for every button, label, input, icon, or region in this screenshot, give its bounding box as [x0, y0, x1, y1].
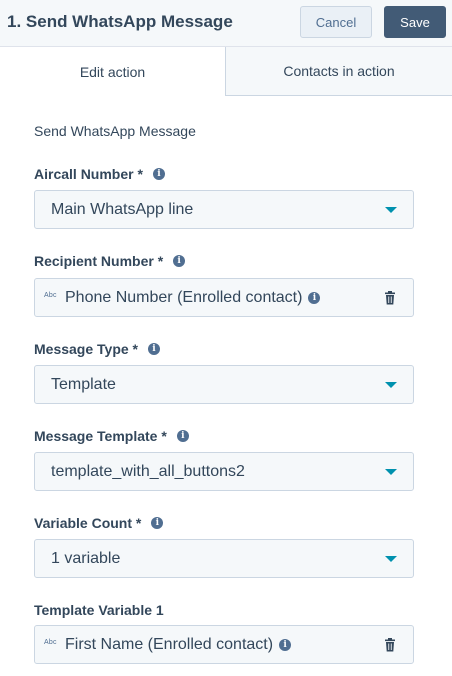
panel-title: 1. Send WhatsApp Message: [7, 12, 233, 31]
info-icon[interactable]: i: [173, 255, 186, 267]
panel-header: 1. Send WhatsApp Message Cancel Save: [0, 0, 452, 47]
aircall-number-select[interactable]: Main WhatsApp line: [34, 190, 414, 229]
trash-icon[interactable]: [384, 291, 396, 305]
info-icon[interactable]: i: [151, 517, 164, 529]
variable-count-label: Variable Count * i: [34, 515, 164, 531]
recipient-number-label-text: Recipient Number *: [34, 253, 164, 269]
caret-down-icon: [385, 469, 397, 475]
tab-bar: Edit action Contacts in action: [0, 47, 452, 96]
message-type-label: Message Type * i: [34, 341, 161, 357]
aircall-number-label-text: Aircall Number *: [34, 166, 143, 182]
text-type-icon: Abc: [44, 639, 57, 646]
message-type-select[interactable]: Template: [34, 365, 414, 404]
template-variable-1-label: Template Variable 1: [34, 602, 164, 618]
info-icon[interactable]: i: [152, 168, 165, 180]
message-template-select[interactable]: template_with_all_buttons2: [34, 452, 414, 491]
variable-count-value: 1 variable: [51, 550, 121, 567]
message-template-label-text: Message Template *: [34, 428, 167, 444]
message-template-value: template_with_all_buttons2: [51, 463, 245, 480]
message-type-label-text: Message Type *: [34, 341, 139, 357]
text-type-icon: Abc: [44, 292, 57, 299]
caret-down-icon: [385, 207, 397, 213]
cancel-button[interactable]: Cancel: [300, 6, 372, 38]
aircall-number-label: Aircall Number * i: [34, 166, 165, 182]
caret-down-icon: [385, 382, 397, 388]
variable-count-label-text: Variable Count *: [34, 515, 142, 531]
message-type-value: Template: [51, 376, 116, 393]
save-button[interactable]: Save: [384, 6, 446, 38]
info-icon[interactable]: i: [148, 343, 161, 355]
info-icon[interactable]: i: [176, 430, 189, 442]
trash-icon[interactable]: [384, 638, 396, 652]
info-icon[interactable]: i: [279, 639, 292, 651]
tab-edit-action[interactable]: Edit action: [0, 47, 225, 96]
recipient-number-label: Recipient Number * i: [34, 253, 186, 269]
variable-count-select[interactable]: 1 variable: [34, 539, 414, 578]
message-template-label: Message Template * i: [34, 428, 189, 444]
template-variable-1-token: First Name (Enrolled contact) i: [65, 636, 292, 654]
tab-contacts-in-action[interactable]: Contacts in action: [225, 47, 452, 96]
recipient-number-value: Phone Number (Enrolled contact): [65, 289, 303, 306]
recipient-number-token: Phone Number (Enrolled contact) i: [65, 289, 321, 307]
template-variable-1-value: First Name (Enrolled contact): [65, 636, 274, 653]
recipient-number-token-field[interactable]: Abc Phone Number (Enrolled contact) i: [34, 278, 414, 317]
aircall-number-value: Main WhatsApp line: [51, 201, 194, 218]
info-icon[interactable]: i: [308, 292, 321, 304]
caret-down-icon: [385, 556, 397, 562]
template-variable-1-token-field[interactable]: Abc First Name (Enrolled contact) i: [34, 625, 414, 664]
template-variable-1-label-text: Template Variable 1: [34, 602, 164, 618]
section-title: Send WhatsApp Message: [34, 123, 196, 139]
